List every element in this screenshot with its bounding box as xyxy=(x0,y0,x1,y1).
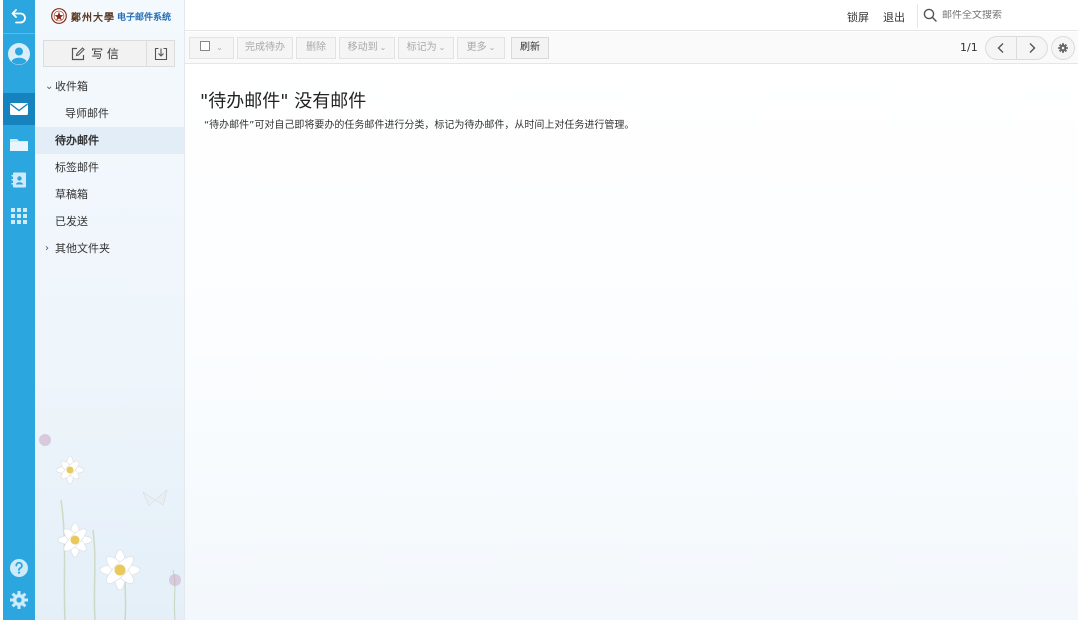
folder-label: 导师邮件 xyxy=(65,107,109,120)
rail-mail[interactable] xyxy=(3,93,35,125)
mail-icon xyxy=(10,103,28,115)
gear-icon xyxy=(10,591,28,609)
download-icon xyxy=(154,47,167,60)
chevron-right-icon xyxy=(1029,43,1036,53)
mark-as-label: 标记为 xyxy=(406,42,437,53)
back-button[interactable] xyxy=(3,0,35,32)
rail-apps[interactable] xyxy=(3,200,35,232)
rail-contacts[interactable] xyxy=(3,164,35,196)
top-header: 锁屏 退出 xyxy=(185,0,1078,31)
move-to-label: 移动到 xyxy=(347,42,378,53)
chevron-right-icon[interactable]: › xyxy=(45,235,49,262)
rail-divider xyxy=(3,33,35,34)
rail-files[interactable] xyxy=(3,128,35,160)
page-indicator: 1/1 xyxy=(960,41,978,54)
move-to-button[interactable]: 移动到 ⌄ xyxy=(339,37,395,59)
folder-todo-mail[interactable]: 待办邮件 xyxy=(35,127,184,154)
compose-button[interactable]: 写 信 xyxy=(44,41,147,66)
more-label: 更多 xyxy=(466,42,487,53)
mail-toolbar: ⌄ 完成待办 删除 移动到 ⌄ 标记为 ⌄ 更多 ⌄ 刷新 1/1 xyxy=(185,32,1078,64)
pager xyxy=(985,36,1048,60)
empty-state-description: “待办邮件”可对自己即将要办的任务邮件进行分类，标记为待办邮件，从时间上对任务进… xyxy=(204,120,635,131)
folder-label: 标签邮件 xyxy=(55,161,99,174)
folder-label: 收件箱 xyxy=(55,80,88,93)
search-box xyxy=(923,4,1073,26)
logo-name: 鄭州大學 xyxy=(71,12,115,24)
template-button[interactable] xyxy=(147,41,174,66)
folder-other[interactable]: › 其他文件夹 xyxy=(35,235,184,262)
more-button[interactable]: 更多 ⌄ xyxy=(457,37,505,59)
seal-icon xyxy=(51,8,67,24)
select-all-checkbox[interactable] xyxy=(200,41,211,51)
gear-icon xyxy=(1058,43,1068,53)
chevron-down-icon: ⌄ xyxy=(216,43,223,52)
folder-icon xyxy=(10,139,28,151)
rail-help[interactable] xyxy=(3,552,35,584)
contacts-icon xyxy=(11,172,26,188)
prev-page-button[interactable] xyxy=(986,37,1016,59)
avatar[interactable] xyxy=(3,38,35,70)
chevron-down-icon: ⌄ xyxy=(379,43,387,52)
complete-todo-button[interactable]: 完成待办 xyxy=(237,37,293,59)
search-icon[interactable] xyxy=(923,8,937,22)
mail-list-area: "待办邮件" 没有邮件 “待办邮件”可对自己即将要办的任务邮件进行分类，标记为待… xyxy=(185,65,1078,620)
help-icon xyxy=(10,559,28,577)
folder-label: 已发送 xyxy=(55,215,88,228)
delete-button[interactable]: 删除 xyxy=(296,37,336,59)
chevron-left-icon xyxy=(997,43,1004,53)
refresh-button[interactable]: 刷新 xyxy=(511,37,549,59)
chevron-down-icon[interactable]: ⌄ xyxy=(45,73,53,100)
university-logo[interactable]: 鄭州大學 电子邮件系统 xyxy=(51,6,171,26)
folder-sent[interactable]: 已发送 xyxy=(35,208,184,235)
next-page-button[interactable] xyxy=(1016,37,1047,59)
mark-as-button[interactable]: 标记为 ⌄ xyxy=(398,37,454,59)
avatar-icon xyxy=(8,43,30,65)
folder-advisor-mail[interactable]: 导师邮件 xyxy=(35,100,184,127)
chevron-down-icon: ⌄ xyxy=(488,43,496,52)
back-icon xyxy=(11,9,26,24)
select-all-dropdown[interactable]: ⌄ xyxy=(189,37,234,59)
folder-tagged-mail[interactable]: 标签邮件 xyxy=(35,154,184,181)
folder-panel: 鄭州大學 电子邮件系统 写 信 ⌄ 收件箱 导师邮件 待办邮件 标签邮件 草稿箱 xyxy=(35,0,185,620)
chevron-down-icon: ⌄ xyxy=(438,43,446,52)
folder-label: 草稿箱 xyxy=(55,188,88,201)
folder-drafts[interactable]: 草稿箱 xyxy=(35,181,184,208)
list-settings-button[interactable] xyxy=(1051,36,1075,60)
folder-label: 其他文件夹 xyxy=(55,242,110,255)
compose-label: 写 信 xyxy=(91,47,119,61)
apps-grid-icon xyxy=(11,208,27,224)
icon-rail xyxy=(3,0,35,620)
flower-decoration xyxy=(39,434,181,620)
search-input[interactable] xyxy=(942,9,1062,21)
logo-subtitle: 电子邮件系统 xyxy=(117,12,172,23)
compose-bar: 写 信 xyxy=(43,40,175,67)
folder-label: 待办邮件 xyxy=(55,134,99,147)
logout-link[interactable]: 退出 xyxy=(883,9,905,25)
rail-settings[interactable] xyxy=(3,584,35,616)
header-divider xyxy=(917,4,918,28)
lock-screen-link[interactable]: 锁屏 xyxy=(847,9,869,25)
folder-inbox[interactable]: ⌄ 收件箱 xyxy=(35,73,184,100)
edit-icon xyxy=(71,46,85,60)
empty-state-title: "待办邮件" 没有邮件 xyxy=(200,91,367,112)
